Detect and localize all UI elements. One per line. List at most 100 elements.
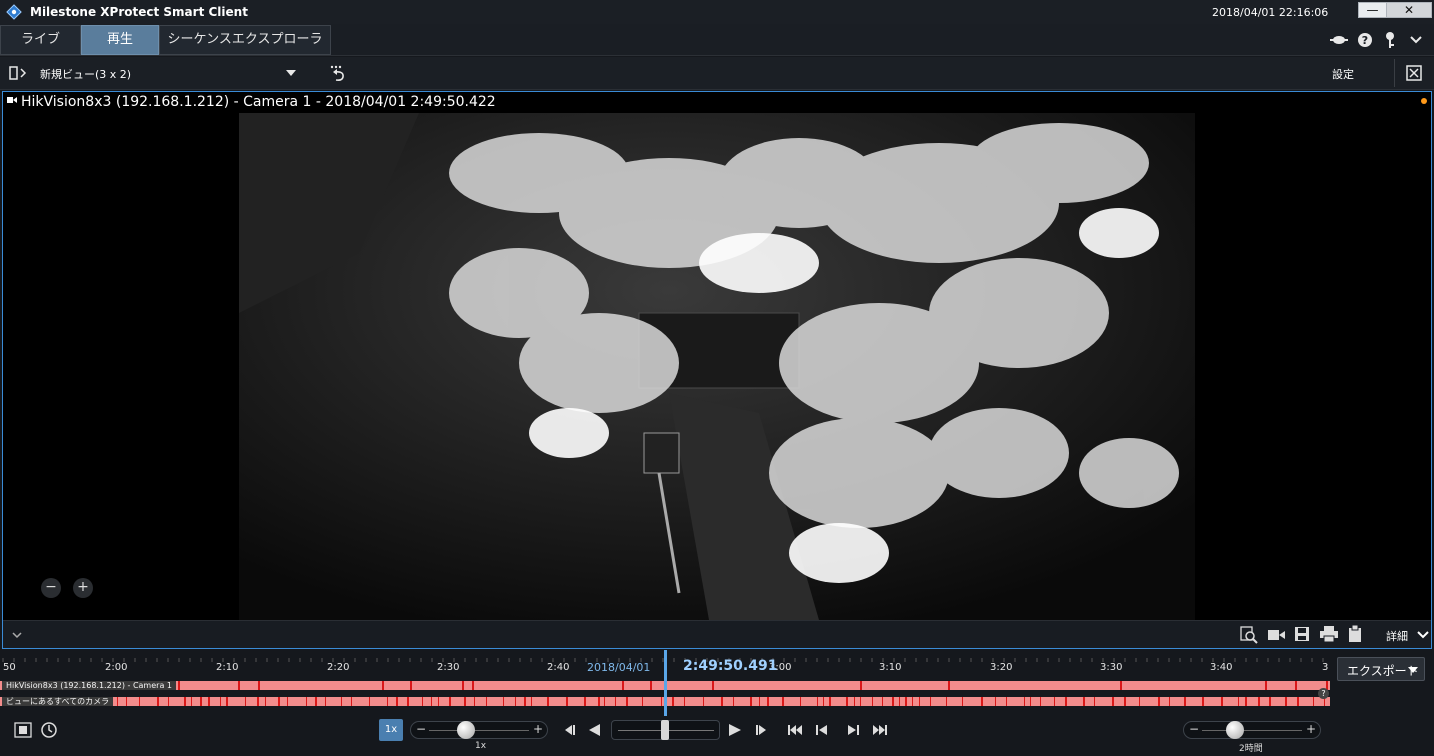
help-badge[interactable]: ? (1318, 688, 1329, 699)
tab-playback[interactable]: 再生 (81, 25, 159, 55)
motion-marker (515, 697, 516, 706)
step-back-icon[interactable] (562, 724, 576, 736)
motion-marker (817, 697, 818, 706)
video-camera-icon[interactable] (1268, 628, 1286, 642)
motion-marker (854, 697, 855, 706)
motion-marker (184, 697, 186, 706)
toolbar-divider (1394, 59, 1395, 87)
motion-marker (1065, 697, 1067, 706)
speed-slider[interactable]: − + (410, 721, 548, 739)
print-icon[interactable] (1320, 626, 1338, 642)
timespan-plus[interactable]: + (1306, 722, 1316, 736)
motion-marker (650, 681, 652, 690)
zoom-in-button[interactable]: + (73, 578, 93, 598)
motion-marker (1139, 697, 1140, 706)
next-sequence-icon[interactable] (846, 724, 860, 736)
tick-label: 3:30 (1100, 662, 1123, 673)
motion-marker (157, 697, 159, 706)
timespan-minus[interactable]: − (1189, 722, 1199, 736)
motion-marker (238, 681, 240, 690)
scrub-knob[interactable] (661, 720, 669, 740)
scrub-slider[interactable] (611, 720, 720, 740)
play-icon[interactable] (728, 723, 742, 737)
tick-label: 50 (3, 662, 16, 673)
title-bar: Milestone XProtect Smart Client 2018/04/… (0, 0, 1434, 24)
motion-marker (860, 681, 862, 690)
previous-sequence-icon[interactable] (815, 724, 829, 736)
tick-label: 2:40 (547, 662, 570, 673)
tick-label: 3:10 (879, 662, 902, 673)
motion-marker (1202, 697, 1204, 706)
camera-title: HikVision8x3 (192.168.1.212) - Camera 1 … (21, 94, 496, 110)
camera-icon (7, 97, 17, 103)
timeline-date: 2018/04/01 (587, 661, 651, 674)
motion-marker (703, 697, 704, 706)
zoom-out-button[interactable]: − (41, 578, 61, 598)
minimize-button[interactable]: — (1358, 2, 1387, 18)
last-sequence-icon[interactable] (872, 724, 888, 736)
speed-badge[interactable]: 1x (379, 719, 403, 741)
motion-marker (661, 697, 662, 706)
motion-marker (962, 697, 963, 706)
motion-marker (712, 681, 714, 690)
chevron-down-icon[interactable] (1410, 35, 1422, 45)
export-dropdown-icon (1408, 667, 1418, 673)
step-forward-icon[interactable] (755, 724, 769, 736)
view-selector[interactable]: 新規ビュー(3 x 2) (40, 66, 131, 82)
camera-toolbar: 詳細 (3, 620, 1431, 648)
video-feed[interactable] (239, 113, 1195, 620)
save-icon[interactable] (1294, 626, 1310, 642)
clock-icon[interactable] (40, 721, 58, 739)
motion-marker (168, 697, 169, 706)
motion-marker (1258, 697, 1260, 706)
undo-view-icon[interactable] (328, 63, 348, 83)
search-icon[interactable] (1240, 626, 1258, 644)
track-label-all-cameras: ビューにあるすべてのカメラ (2, 697, 114, 706)
motion-marker (1030, 697, 1031, 706)
fullscreen-icon[interactable] (1406, 65, 1422, 81)
view-toolbar: 新規ビュー(3 x 2) 設定 (0, 57, 1434, 90)
timeline-area[interactable]: 50 2:00 2:10 2:20 2:30 2:40 3:00 3:10 3:… (0, 650, 1330, 718)
playhead[interactable] (664, 650, 667, 716)
motion-marker (823, 697, 824, 706)
speed-knob[interactable] (457, 721, 475, 739)
expand-chevron-icon[interactable] (12, 631, 22, 639)
motion-marker (1112, 697, 1114, 706)
motion-marker (117, 697, 118, 706)
pane-toggle-icon[interactable] (9, 66, 29, 80)
motion-marker (1245, 697, 1247, 706)
tick-label: 2:30 (437, 662, 460, 673)
motion-marker (598, 697, 600, 706)
key-icon[interactable] (1383, 31, 1397, 49)
tab-sequence-explorer[interactable]: シーケンスエクスプローラ (159, 25, 331, 55)
motion-marker (1184, 697, 1186, 706)
first-sequence-icon[interactable] (787, 724, 803, 736)
motion-marker (829, 697, 831, 706)
timespan-slider[interactable]: − + (1183, 721, 1321, 739)
details-button[interactable]: 詳細 (1386, 628, 1408, 644)
speed-minus[interactable]: − (416, 722, 426, 736)
tab-live[interactable]: ライブ (0, 25, 81, 55)
motion-marker (948, 681, 950, 690)
settings-button[interactable]: 設定 (1332, 66, 1354, 82)
view-dropdown-icon[interactable] (286, 69, 296, 77)
motion-marker (872, 697, 873, 706)
status-icon[interactable] (1330, 33, 1348, 47)
play-reverse-icon[interactable] (587, 723, 601, 737)
speed-plus[interactable]: + (533, 722, 543, 736)
motion-marker (325, 697, 326, 706)
help-icon[interactable]: ? (1357, 32, 1373, 48)
motion-marker (919, 697, 920, 706)
timeline-panel: 50 2:00 2:10 2:20 2:30 2:40 3:00 3:10 3:… (0, 650, 1434, 756)
details-chevron-icon[interactable] (1417, 630, 1429, 640)
timespan-knob[interactable] (1226, 721, 1244, 739)
motion-marker (981, 697, 983, 706)
camera-view-item[interactable]: HikVision8x3 (192.168.1.212) - Camera 1 … (2, 91, 1432, 649)
recording-indicator (1421, 98, 1427, 104)
motion-marker (846, 697, 848, 706)
motion-marker (860, 697, 861, 706)
select-range-icon[interactable] (14, 722, 32, 738)
export-button[interactable]: エクスポート (1337, 657, 1425, 681)
close-button[interactable]: ✕ (1386, 2, 1432, 18)
clipboard-icon[interactable] (1348, 625, 1362, 643)
